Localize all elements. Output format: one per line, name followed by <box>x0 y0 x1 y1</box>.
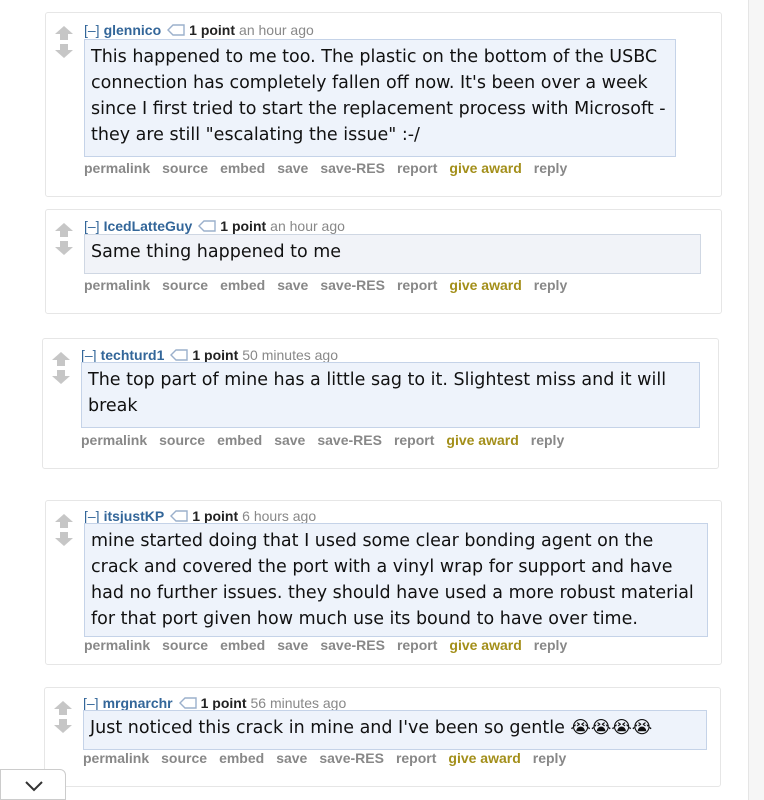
source-link[interactable]: source <box>159 432 205 448</box>
save-res-link[interactable]: save-RES <box>320 637 385 653</box>
collapse-toggle[interactable]: [–] <box>84 218 100 234</box>
report-link[interactable]: report <box>397 160 437 176</box>
timestamp: 50 minutes ago <box>242 347 338 363</box>
permalink-link[interactable]: permalink <box>84 637 150 653</box>
permalink-link[interactable]: permalink <box>84 160 150 176</box>
vote-arrows <box>54 513 74 547</box>
source-link[interactable]: source <box>161 750 207 766</box>
embed-link[interactable]: embed <box>219 750 264 766</box>
permalink-link[interactable]: permalink <box>84 277 150 293</box>
score: 1 point <box>220 218 267 234</box>
upvote-arrow-icon[interactable] <box>54 222 74 238</box>
save-link[interactable]: save <box>277 277 308 293</box>
give-award-link[interactable]: give award <box>446 432 518 448</box>
downvote-arrow-icon[interactable] <box>54 531 74 547</box>
source-link[interactable]: source <box>162 637 208 653</box>
save-link[interactable]: save <box>277 160 308 176</box>
comment-body: The top part of mine has a little sag to… <box>81 362 700 428</box>
score: 1 point <box>192 347 239 363</box>
save-res-link[interactable]: save-RES <box>320 160 385 176</box>
score: 1 point <box>200 695 247 711</box>
comment-actions: permalink source embed save save-RES report gi… <box>84 159 579 177</box>
save-link[interactable]: save <box>274 432 305 448</box>
permalink-link[interactable]: permalink <box>83 750 149 766</box>
upvote-arrow-icon[interactable] <box>54 513 74 529</box>
report-link[interactable]: report <box>396 750 436 766</box>
report-link[interactable]: report <box>397 277 437 293</box>
reply-link[interactable]: reply <box>534 277 567 293</box>
comment: [–] itsjustKP 1 point 6 hours ago mine star… <box>45 500 722 665</box>
author-link[interactable]: techturd1 <box>101 347 165 363</box>
permalink-link[interactable]: permalink <box>81 432 147 448</box>
report-link[interactable]: report <box>394 432 434 448</box>
give-award-link[interactable]: give award <box>449 637 521 653</box>
comment-tagline: [–] glennico 1 point an hour ago <box>84 21 314 40</box>
score: 1 point <box>189 22 236 38</box>
collapse-toggle[interactable]: [–] <box>83 695 99 711</box>
comment: [–] IcedLatteGuy 1 point an hour ago Same t… <box>45 209 722 314</box>
embed-link[interactable]: embed <box>220 160 265 176</box>
upvote-arrow-icon[interactable] <box>54 25 74 41</box>
chevron-down-icon <box>25 781 43 792</box>
report-link[interactable]: report <box>397 637 437 653</box>
timestamp: an hour ago <box>270 218 345 234</box>
save-res-link[interactable]: save-RES <box>317 432 382 448</box>
reply-link[interactable]: reply <box>534 637 567 653</box>
comment-body: This happened to me too. The plastic on … <box>84 39 676 157</box>
comment-body: Just noticed this crack in mine and I've… <box>83 710 707 750</box>
comment: [–] mrgnarchr 1 point 56 minutes ago Just n… <box>44 687 721 787</box>
collapse-toggle[interactable]: [–] <box>84 22 100 38</box>
comment-actions: permalink source embed save save-RES report gi… <box>83 749 578 767</box>
save-res-link[interactable]: save-RES <box>319 750 384 766</box>
downvote-arrow-icon[interactable] <box>51 369 71 385</box>
comment-actions: permalink source embed save save-RES report gi… <box>84 636 579 654</box>
author-link[interactable]: glennico <box>104 22 162 38</box>
downvote-arrow-icon[interactable] <box>54 43 74 59</box>
comment: [–] techturd1 1 point 50 minutes ago The to… <box>42 338 719 469</box>
author-link[interactable]: IcedLatteGuy <box>104 218 193 234</box>
score: 1 point <box>192 508 239 524</box>
vote-arrows <box>54 25 74 59</box>
vote-arrows <box>54 222 74 256</box>
vote-arrows <box>51 351 71 385</box>
collapse-toggle[interactable]: [–] <box>81 347 97 363</box>
embed-link[interactable]: embed <box>217 432 262 448</box>
upvote-arrow-icon[interactable] <box>53 700 73 716</box>
timestamp: an hour ago <box>239 22 314 38</box>
timestamp: 56 minutes ago <box>250 695 347 711</box>
comment: [–] glennico 1 point an hour ago This happe… <box>45 12 722 197</box>
comment-body: mine started doing that I used some clea… <box>84 523 708 637</box>
collapse-toggle[interactable]: [–] <box>84 508 100 524</box>
give-award-link[interactable]: give award <box>448 750 520 766</box>
reply-link[interactable]: reply <box>534 160 567 176</box>
reply-link[interactable]: reply <box>531 432 564 448</box>
save-link[interactable]: save <box>277 637 308 653</box>
give-award-link[interactable]: give award <box>449 160 521 176</box>
source-link[interactable]: source <box>162 277 208 293</box>
upvote-arrow-icon[interactable] <box>51 351 71 367</box>
author-link[interactable]: mrgnarchr <box>103 695 173 711</box>
save-res-link[interactable]: save-RES <box>320 277 385 293</box>
embed-link[interactable]: embed <box>220 277 265 293</box>
comment-actions: permalink source embed save save-RES report gi… <box>81 431 576 449</box>
scroll-collapse-button[interactable] <box>0 769 66 800</box>
comment-body: Same thing happened to me <box>84 234 701 274</box>
reply-link[interactable]: reply <box>533 750 566 766</box>
author-link[interactable]: itsjustKP <box>104 508 165 524</box>
give-award-link[interactable]: give award <box>449 277 521 293</box>
downvote-arrow-icon[interactable] <box>54 240 74 256</box>
source-link[interactable]: source <box>162 160 208 176</box>
vote-arrows <box>53 700 73 734</box>
timestamp: 6 hours ago <box>242 508 317 524</box>
downvote-arrow-icon[interactable] <box>53 718 73 734</box>
save-link[interactable]: save <box>276 750 307 766</box>
comment-actions: permalink source embed save save-RES report gi… <box>84 276 579 294</box>
embed-link[interactable]: embed <box>220 637 265 653</box>
tag-icon <box>167 22 185 40</box>
